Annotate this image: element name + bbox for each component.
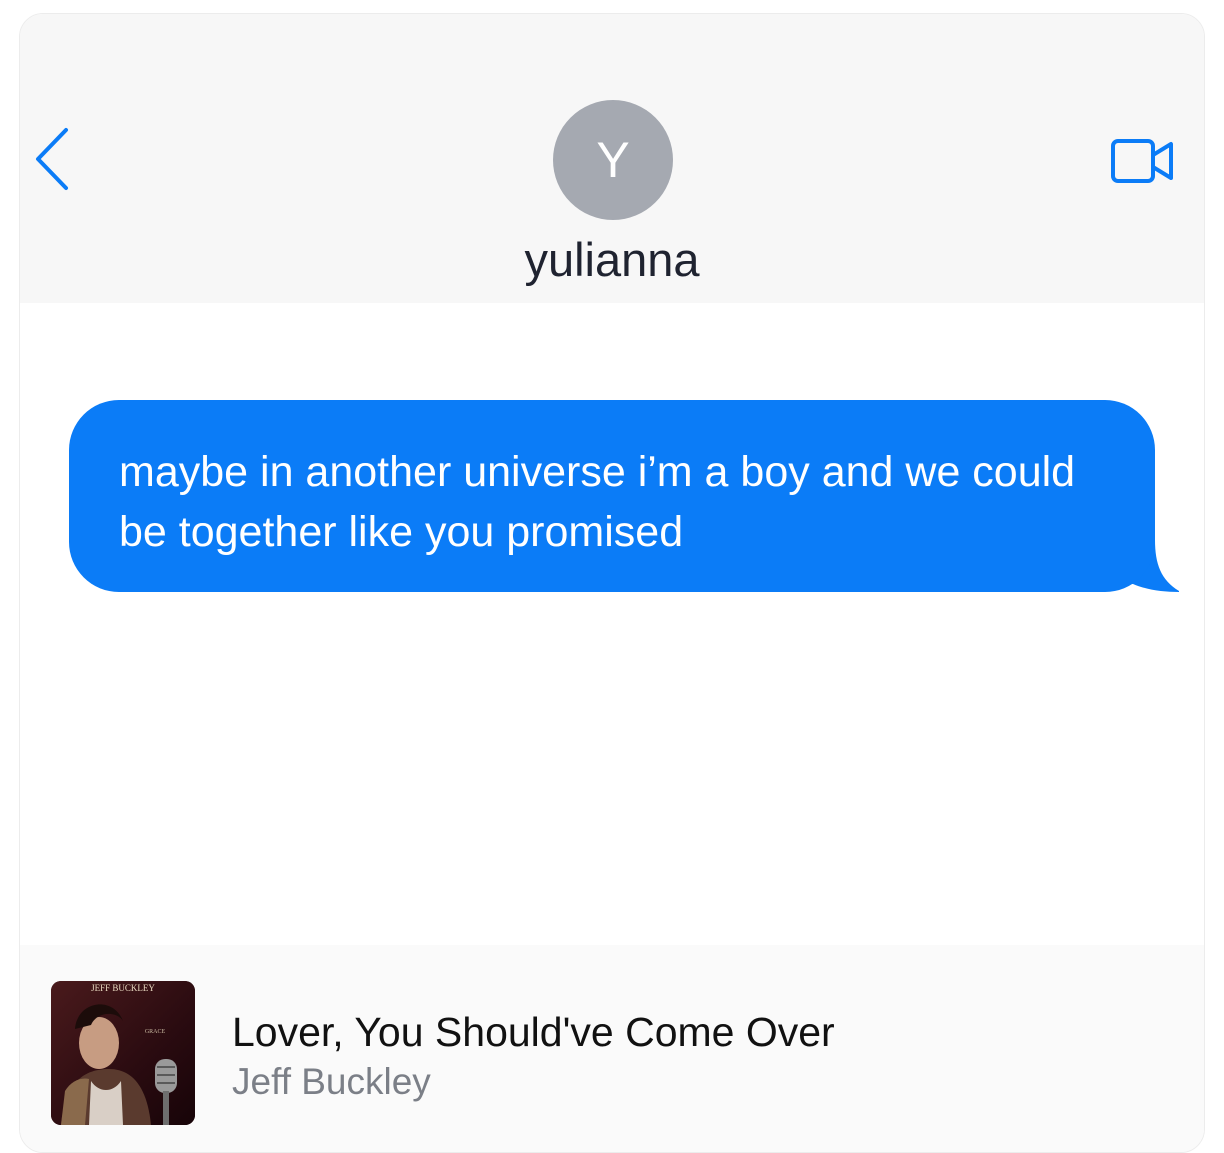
message-row: maybe in another universe i’m a boy and … [69, 400, 1179, 594]
now-playing-bar[interactable]: JEFF BUCKLEY GRACE Lover, You Should've … [20, 945, 1204, 1152]
video-camera-icon [1111, 139, 1173, 183]
contact-name[interactable]: yulianna [20, 232, 1204, 287]
back-button[interactable] [32, 124, 76, 194]
song-title[interactable]: Lover, You Should've Come Over [232, 1009, 835, 1056]
avatar[interactable]: Y [553, 100, 673, 220]
album-art[interactable]: JEFF BUCKLEY GRACE [51, 981, 195, 1125]
conversation-window: Y yulianna maybe in another universe i’m… [19, 13, 1205, 1153]
album-cover-image: JEFF BUCKLEY GRACE [51, 981, 195, 1125]
conversation-header: Y yulianna [20, 14, 1204, 303]
chevron-left-icon [36, 128, 68, 190]
outgoing-message-bubble[interactable]: maybe in another universe i’m a boy and … [69, 400, 1155, 592]
album-sublabel: GRACE [145, 1029, 166, 1035]
album-label: JEFF BUCKLEY [91, 983, 155, 993]
song-artist[interactable]: Jeff Buckley [232, 1061, 431, 1103]
video-call-button[interactable] [1110, 138, 1176, 184]
